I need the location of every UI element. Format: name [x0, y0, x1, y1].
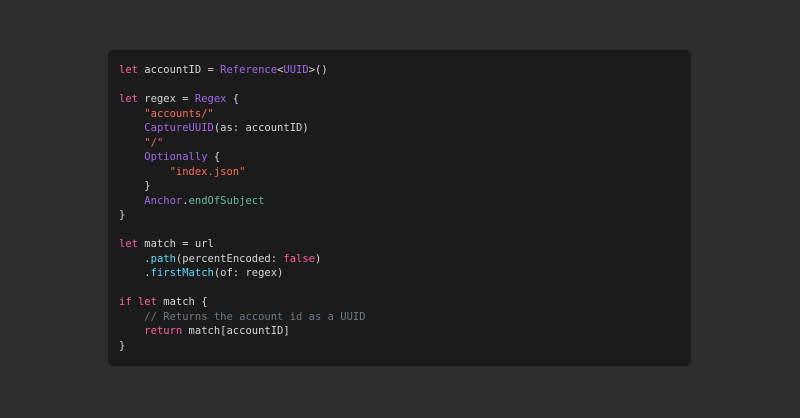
- code-line-13: let match = url: [119, 237, 691, 252]
- code-line-9: }: [119, 179, 691, 194]
- keyword-let: let: [119, 93, 138, 105]
- code-line-20: }: [119, 339, 691, 354]
- keyword-let: let: [119, 64, 138, 76]
- keyword-false: false: [283, 252, 315, 265]
- code-text: (percentEncoded:: [175, 252, 284, 265]
- keyword-let: let: [137, 296, 157, 308]
- code-line-6: "/": [119, 136, 691, 151]
- code-line-5: CaptureUUID(as: accountID): [119, 121, 691, 136]
- code-line-14: .path(percentEncoded: false): [119, 252, 691, 267]
- code-comment: // Returns the account id as a UUID: [144, 310, 366, 323]
- code-text: ): [315, 252, 322, 265]
- method-first-match: firstMatch: [150, 267, 214, 279]
- code-text: }: [119, 339, 126, 352]
- code-line-15: .firstMatch(of: regex): [119, 266, 691, 281]
- code-line-8: "index.json": [119, 165, 691, 180]
- method-path: path: [150, 252, 176, 265]
- code-line-1: let accountID = Reference<UUID>(): [119, 63, 691, 78]
- string-literal: "/": [144, 136, 164, 149]
- string-literal: "accounts/": [144, 107, 214, 120]
- type-capture-uuid: CaptureUUID: [144, 122, 214, 134]
- code-text: (of: regex): [213, 267, 284, 279]
- type-anchor: Anchor: [144, 194, 183, 207]
- code-text: match = url: [137, 238, 214, 250]
- keyword-return: return: [144, 325, 183, 337]
- property-end-of-subject: endOfSubject: [188, 194, 265, 207]
- code-line-4: "accounts/": [119, 107, 691, 122]
- code-text: >(): [308, 64, 328, 76]
- code-text: regex =: [137, 93, 195, 105]
- code-line-10: Anchor.endOfSubject: [119, 194, 691, 209]
- code-text: {: [226, 93, 240, 105]
- code-text: {: [207, 151, 221, 163]
- keyword-if: if: [119, 296, 132, 308]
- string-literal: "index.json": [169, 165, 246, 178]
- code-snippet-card: let accountID = Reference<UUID>() let re…: [108, 50, 691, 366]
- code-text: accountID =: [137, 64, 221, 76]
- code-line-3: let regex = Regex {: [119, 92, 691, 107]
- code-line-18: // Returns the account id as a UUID: [119, 310, 691, 325]
- code-text: {: [194, 296, 208, 308]
- code-text: match[accountID]: [182, 325, 290, 337]
- type-optionally: Optionally: [144, 151, 208, 163]
- code-text: }: [119, 209, 126, 221]
- code-line-19: return match[accountID]: [119, 324, 691, 339]
- code-line-7: Optionally {: [119, 150, 691, 165]
- code-line-17: if let match {: [119, 295, 691, 310]
- type-regex: Regex: [194, 93, 227, 105]
- type-reference: Reference: [220, 64, 278, 76]
- type-uuid: UUID: [283, 64, 309, 76]
- code-text: }: [144, 180, 151, 192]
- code-line-11: }: [119, 208, 691, 223]
- keyword-let: let: [119, 238, 138, 250]
- code-text: match: [156, 296, 195, 308]
- code-text: (as: accountID): [213, 122, 309, 134]
